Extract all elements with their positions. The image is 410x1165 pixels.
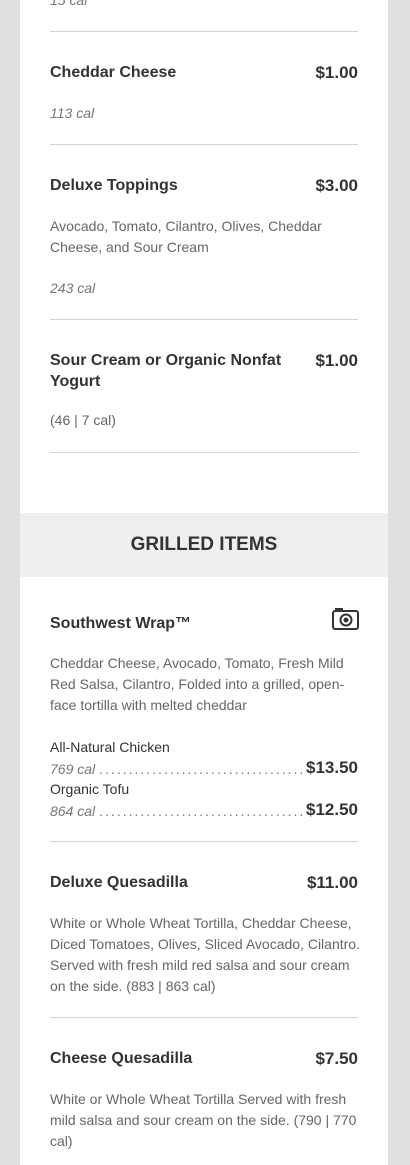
option-label-tofu: Organic Tofu xyxy=(50,781,130,797)
item-name: Cheddar Cheese xyxy=(50,64,177,81)
divider xyxy=(50,144,358,145)
description-line: face tortilla with melted cheddar xyxy=(50,697,247,713)
item-name-line: Yogurt xyxy=(50,373,101,390)
description-line: cal) xyxy=(50,1133,73,1149)
item-description: Avocado, Tomato, Cilantro, Olives, Chedd… xyxy=(50,216,358,258)
item-price: $1.00 xyxy=(315,351,358,370)
option-calories: 864 cal xyxy=(50,803,96,819)
item-calories: 113 cal xyxy=(50,105,95,121)
item-price: $3.00 xyxy=(315,176,358,195)
divider xyxy=(50,1017,358,1018)
description-line: Diced Tomatoes, Olives, Sliced Avocado, … xyxy=(50,936,360,952)
item-description-southwest-wrap: Cheddar Cheese, Avocado, Tomato, Fresh M… xyxy=(50,653,358,716)
item-name-southwest-wrap[interactable]: Southwest Wrap™ xyxy=(50,613,191,634)
option-calories: 769 cal xyxy=(50,761,96,777)
item-name-line: Sour Cream or Organic Nonfat xyxy=(50,352,282,369)
divider xyxy=(50,841,358,842)
option-row-chicken[interactable]: 769 cal ................................… xyxy=(50,758,358,778)
description-line: Cheddar Cheese, Avocado, Tomato, Fresh M… xyxy=(50,655,344,671)
leader-dots: ........................................… xyxy=(99,761,304,777)
item-name: Sour Cream or Organic Nonfat Yogurt xyxy=(50,350,290,392)
camera-icon[interactable] xyxy=(332,607,359,630)
divider xyxy=(50,452,358,453)
item-calories: (46 | 7 cal) xyxy=(50,412,116,428)
description-line: White or Whole Wheat Tortilla, Cheddar C… xyxy=(50,915,352,931)
item-name: Deluxe Quesadilla xyxy=(50,874,188,891)
description-line: White or Whole Wheat Tortilla Served wit… xyxy=(50,1091,347,1107)
partial-item-calories: 15 cal xyxy=(50,0,88,8)
divider xyxy=(50,31,358,32)
description-line: Served with fresh mild red salsa and sou… xyxy=(50,957,350,973)
item-price: $11.00 xyxy=(306,873,358,892)
item-calories: 243 cal xyxy=(50,280,96,296)
item-name: Deluxe Toppings xyxy=(50,177,178,194)
section-header-grilled-items: GRILLED ITEMS xyxy=(20,513,388,577)
item-price: $7.50 xyxy=(315,1049,358,1068)
description-line: Avocado, Tomato, Cilantro, Olives, Chedd… xyxy=(50,218,322,234)
description-line: Cheese, and Sour Cream xyxy=(50,239,209,255)
section-title: GRILLED ITEMS xyxy=(130,534,278,555)
item-name: Cheese Quesadilla xyxy=(50,1050,193,1067)
description-line: mild salsa and sour cream on the side. (… xyxy=(50,1112,357,1128)
description-line: Red Salsa, Cilantro, Folded into a grill… xyxy=(50,676,345,692)
divider xyxy=(50,319,358,320)
option-price: $12.50 xyxy=(306,800,358,819)
item-description: White or Whole Wheat Tortilla, Cheddar C… xyxy=(50,913,360,997)
option-label-chicken: All-Natural Chicken xyxy=(50,739,170,755)
option-row-tofu[interactable]: 864 cal ................................… xyxy=(50,800,358,820)
item-price: $1.00 xyxy=(315,63,358,82)
option-price: $13.50 xyxy=(306,758,358,777)
description-line: on the side. (883 | 863 cal) xyxy=(50,978,216,994)
leader-dots: ........................................… xyxy=(99,803,304,819)
item-description: White or Whole Wheat Tortilla Served wit… xyxy=(50,1089,360,1152)
